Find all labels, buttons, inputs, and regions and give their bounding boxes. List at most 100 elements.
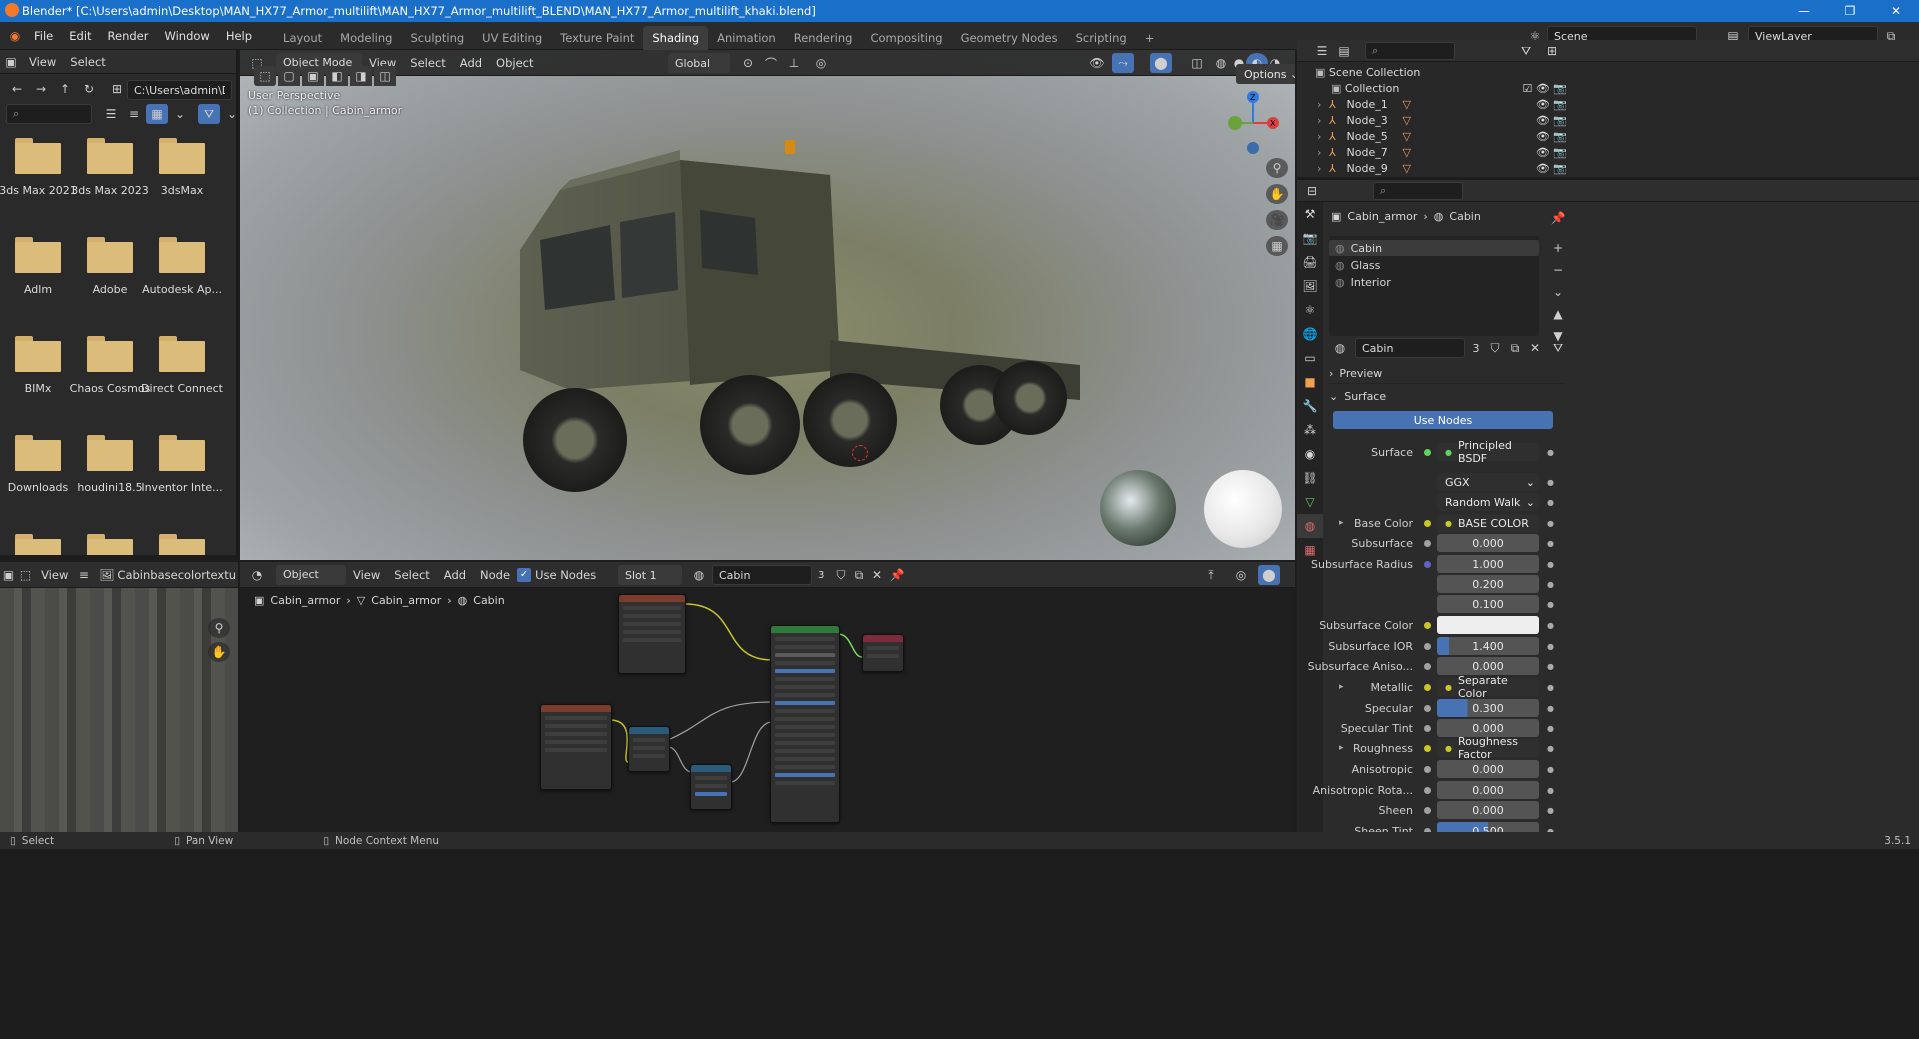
property-value-field[interactable]: ● BASE COLOR xyxy=(1437,514,1539,532)
overlay-icon[interactable]: ⬤ xyxy=(1150,53,1172,73)
add-workspace-icon[interactable]: + xyxy=(1136,26,1164,50)
blender-menu-icon[interactable]: ◉ xyxy=(4,26,26,46)
tab-sculpting[interactable]: Sculpting xyxy=(401,26,473,50)
property-value-field[interactable]: 0.000 xyxy=(1437,781,1539,799)
uv-texture-preview[interactable] xyxy=(0,588,238,839)
socket-dot-icon[interactable] xyxy=(1424,744,1431,752)
visibility-toggles[interactable]: 👁 📷 xyxy=(1536,114,1567,127)
keyframe-dot-icon[interactable]: ● xyxy=(1547,621,1554,630)
image-name[interactable]: Cabinbasecolortextu xyxy=(115,562,238,588)
keyframe-dot-icon[interactable]: ● xyxy=(1547,498,1554,507)
tab-geometry-nodes[interactable]: Geometry Nodes xyxy=(952,26,1067,50)
property-value-field[interactable]: 0.000 xyxy=(1437,534,1539,552)
new-folder-icon[interactable]: ⊞ xyxy=(106,79,128,99)
principled-bsdf-node[interactable] xyxy=(770,625,840,823)
property-value-field[interactable]: 0.000 xyxy=(1437,760,1539,778)
socket-dot-icon[interactable] xyxy=(1424,448,1431,456)
menu-render[interactable]: Render xyxy=(100,22,157,50)
tab-rendering[interactable]: Rendering xyxy=(785,26,862,50)
tab-modeling[interactable]: Modeling xyxy=(331,26,401,50)
image-mode-icon[interactable]: ⬚ xyxy=(17,565,34,585)
tab-compositing[interactable]: Compositing xyxy=(861,26,951,50)
image-browse-icon[interactable]: 🖼 xyxy=(98,565,115,585)
chevron-right-icon[interactable]: › xyxy=(1317,114,1329,127)
separate-color-node[interactable] xyxy=(628,726,670,772)
folder-item[interactable]: maya xyxy=(74,516,146,555)
socket-dot-icon[interactable] xyxy=(1424,662,1431,670)
folder-item[interactable]: Adlm xyxy=(2,219,74,318)
tab-layout[interactable]: Layout xyxy=(274,26,331,50)
socket-dot-icon[interactable] xyxy=(1424,560,1431,568)
viewport-menu-add[interactable]: Add xyxy=(453,50,489,76)
property-value-field[interactable]: 0.100 xyxy=(1437,595,1539,613)
visibility-toggles[interactable]: 👁 📷 xyxy=(1536,130,1567,143)
folder-item[interactable]: 3ds Max 2023 xyxy=(71,120,149,219)
outliner-item[interactable]: › ⅄ Node_9 ▽ 👁 📷 xyxy=(1317,160,1567,176)
visibility-toggles[interactable]: 👁 📷 xyxy=(1536,162,1567,175)
property-value-field[interactable]: ● Principled BSDF xyxy=(1437,439,1539,465)
select-intersect-icon[interactable]: ◫ xyxy=(374,66,396,86)
property-value-field[interactable]: 0.200 xyxy=(1437,575,1539,593)
editor-type-icon[interactable]: ▣ xyxy=(0,565,17,585)
perspective-grid-icon[interactable]: ▦ xyxy=(1266,236,1288,256)
folder-item[interactable]: Chaos Cosmos xyxy=(70,318,150,417)
menu-file[interactable]: File xyxy=(26,22,61,50)
menu-window[interactable]: Window xyxy=(156,22,217,50)
material-output-node[interactable] xyxy=(862,634,904,672)
socket-dot-icon[interactable] xyxy=(1424,519,1431,527)
outliner-item[interactable]: › ⅄ Node_3 ▽ 👁 📷 xyxy=(1317,112,1567,128)
tab-texture-paint[interactable]: Texture Paint xyxy=(551,26,643,50)
file-menu-select[interactable]: Select xyxy=(63,50,112,75)
keyframe-dot-icon[interactable]: ● xyxy=(1547,765,1554,774)
folder-item[interactable]: Adobe xyxy=(74,219,146,318)
proportional-edit-icon[interactable]: ◎ xyxy=(810,53,832,73)
expand-arrow-icon[interactable]: ▸ xyxy=(1339,682,1344,692)
tab-uv-editing[interactable]: UV Editing xyxy=(473,26,551,50)
keyframe-dot-icon[interactable]: ● xyxy=(1547,704,1554,713)
socket-dot-icon[interactable] xyxy=(1424,539,1431,547)
zoom-icon[interactable]: ⚲ xyxy=(1266,158,1288,178)
minimize-button[interactable]: — xyxy=(1781,0,1827,22)
select-box-icon[interactable]: ⬚ xyxy=(254,66,276,86)
socket-dot-icon[interactable] xyxy=(1424,724,1431,732)
pan-hand-icon[interactable]: ✋ xyxy=(1266,184,1288,204)
viewport-menu-select[interactable]: Select xyxy=(403,50,452,76)
pivot-icon[interactable]: ⊙ xyxy=(737,53,759,73)
folder-item[interactable]: 3dsMax xyxy=(146,120,218,219)
keyframe-dot-icon[interactable]: ● xyxy=(1547,744,1554,753)
folder-item[interactable]: Lightshot xyxy=(2,516,74,555)
visibility-toggles[interactable]: ☑ 👁 📷 xyxy=(1522,82,1567,95)
3d-cursor-icon[interactable] xyxy=(852,445,868,461)
image-menu-view[interactable]: View xyxy=(34,562,75,588)
socket-dot-icon[interactable] xyxy=(1424,683,1431,691)
menu-edit[interactable]: Edit xyxy=(61,22,99,50)
folder-item[interactable]: Downloads xyxy=(2,417,74,516)
keyframe-dot-icon[interactable]: ● xyxy=(1547,806,1554,815)
filter-icon[interactable]: ⛛ xyxy=(1515,41,1537,61)
navigation-gizmo[interactable]: Z X xyxy=(1223,88,1283,158)
folder-item[interactable]: 3ds Max 2021 xyxy=(0,120,77,219)
camera-icon[interactable]: 🎥 xyxy=(1266,210,1288,230)
pan-hand-icon[interactable]: ✋ xyxy=(208,642,230,662)
keyframe-dot-icon[interactable]: ● xyxy=(1547,724,1554,733)
property-value-field[interactable]: 0.300 xyxy=(1437,699,1539,717)
folder-item[interactable]: BIMx xyxy=(2,318,74,417)
property-value-field[interactable]: 1.400 xyxy=(1437,637,1539,655)
keyframe-dot-icon[interactable]: ● xyxy=(1547,560,1554,569)
visibility-toggles[interactable]: 👁 📷 xyxy=(1536,98,1567,111)
select-invert-icon[interactable]: ◨ xyxy=(350,66,372,86)
new-collection-icon[interactable]: ⊞ xyxy=(1541,41,1563,61)
socket-dot-icon[interactable] xyxy=(1424,704,1431,712)
metallic-texture-node[interactable] xyxy=(540,704,612,790)
truck-model[interactable] xyxy=(500,140,1100,520)
property-value-field[interactable]: Random Walk ⌄ xyxy=(1437,493,1539,511)
options-button[interactable]: Options ⌄ xyxy=(1236,64,1295,84)
keyframe-dot-icon[interactable]: ● xyxy=(1547,642,1554,651)
chevron-right-icon[interactable]: › xyxy=(1317,98,1329,111)
refresh-icon[interactable]: ↻ xyxy=(78,79,100,99)
editor-type-icon[interactable]: ▣ xyxy=(0,52,22,72)
keyframe-dot-icon[interactable]: ● xyxy=(1547,683,1554,692)
forward-icon[interactable]: → xyxy=(30,79,52,99)
chevron-right-icon[interactable]: › xyxy=(1317,162,1329,175)
property-value-field[interactable]: GGX ⌄ xyxy=(1437,473,1539,491)
